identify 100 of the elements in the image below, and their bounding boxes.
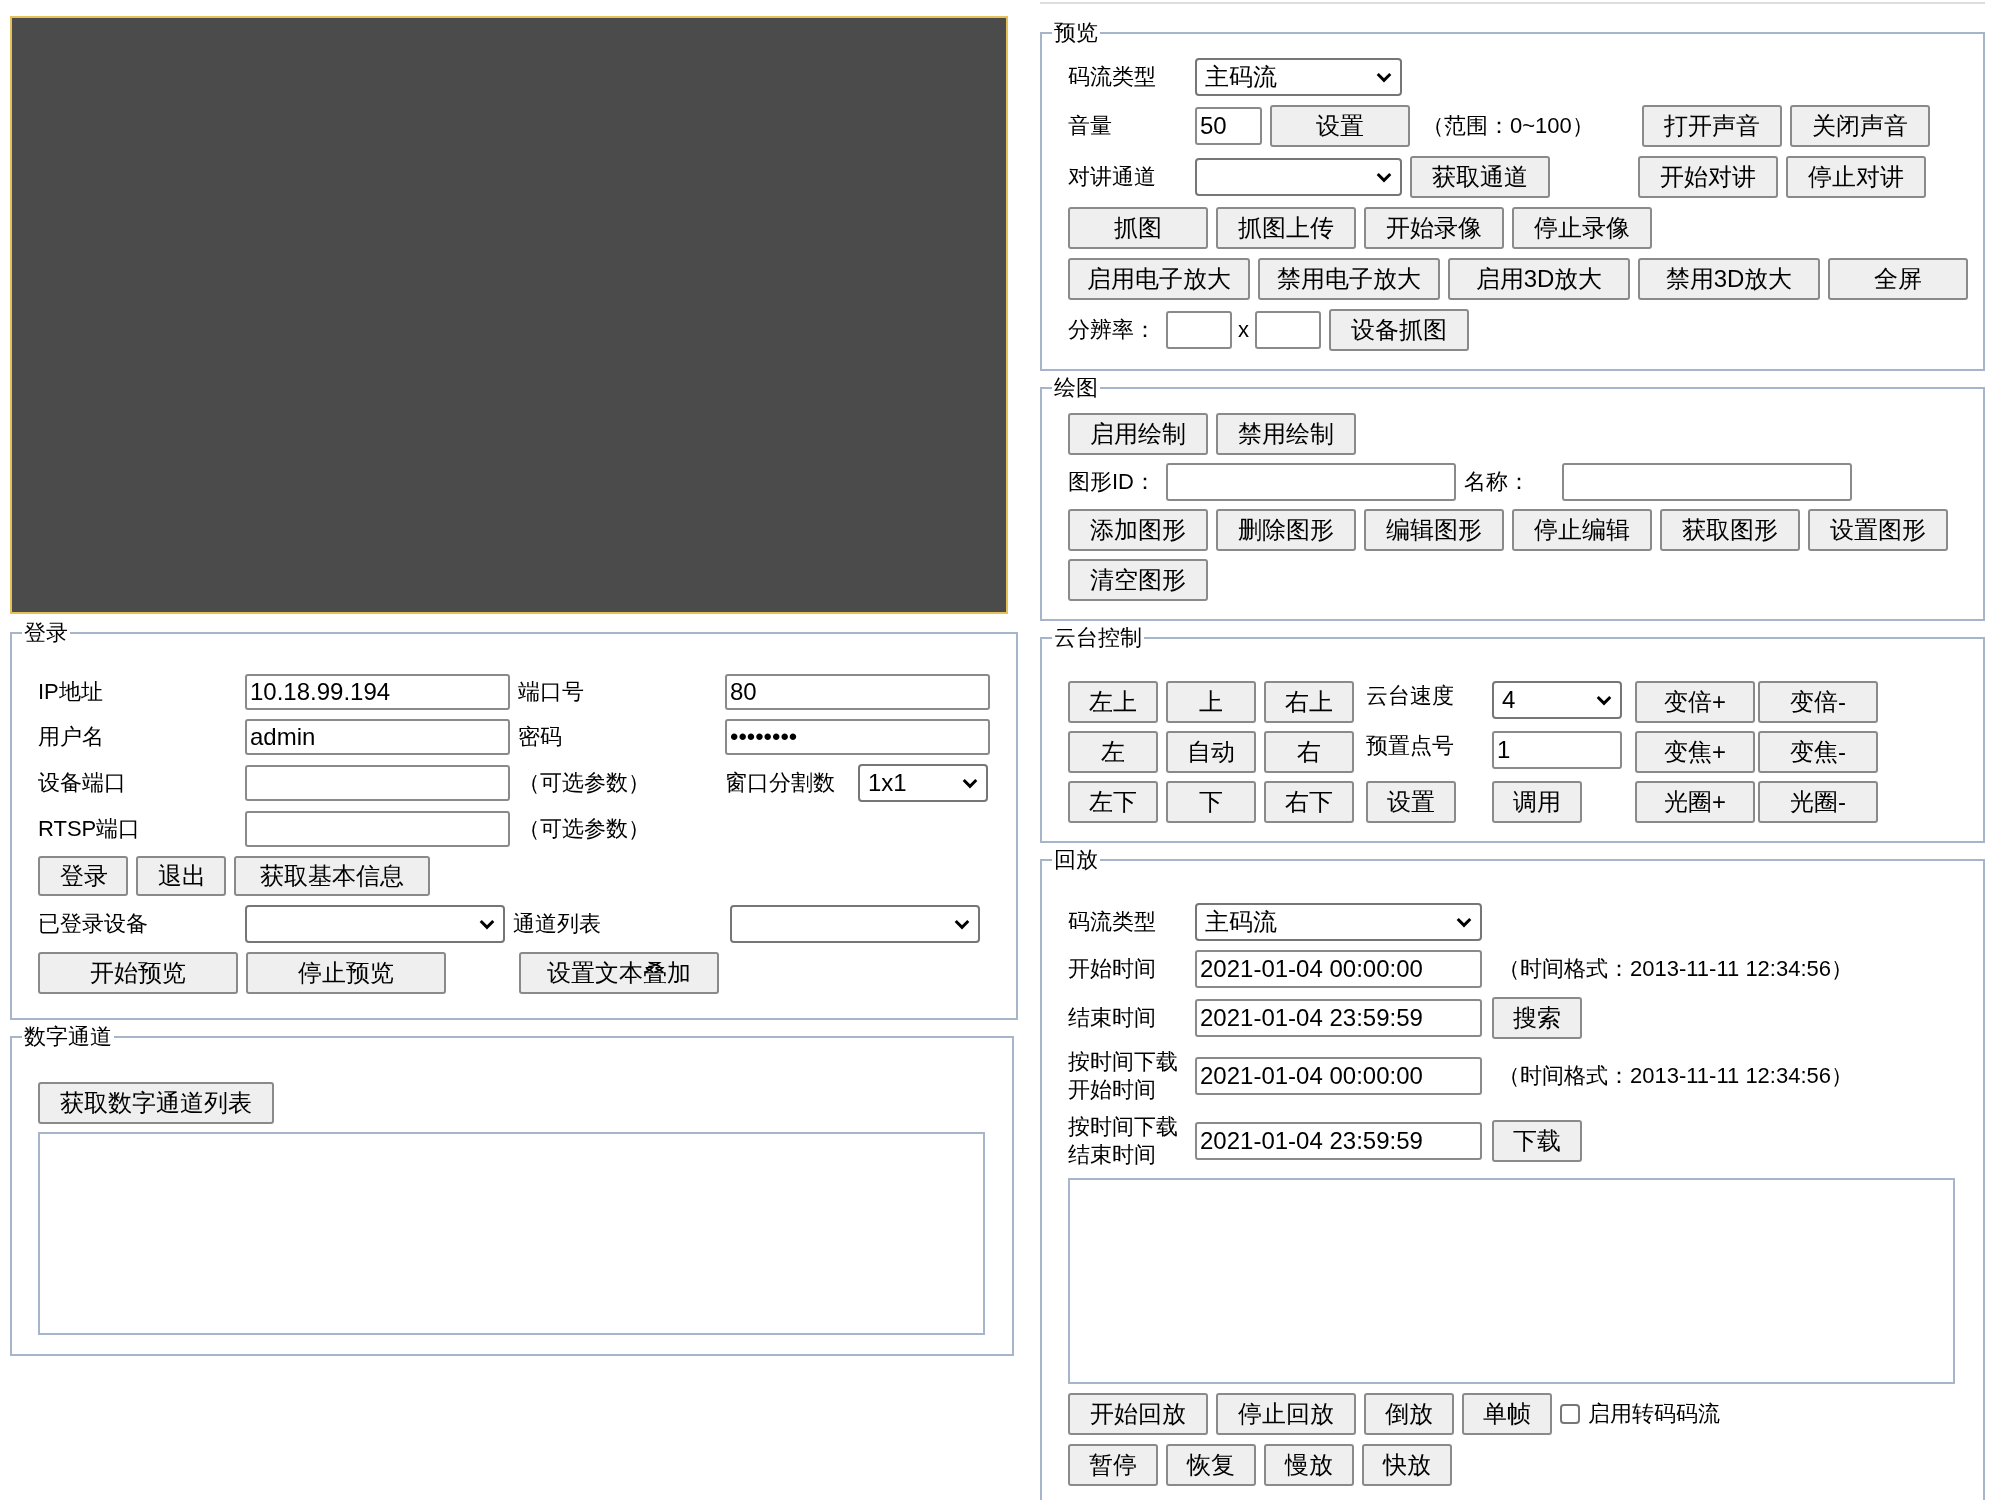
button[interactable]: 左上 (1068, 681, 1158, 723)
button[interactable]: 获取图形 (1660, 509, 1800, 551)
field-label: 用户名 (38, 723, 105, 751)
button[interactable]: 光圈+ (1635, 781, 1755, 823)
separator-text: x (1238, 317, 1249, 343)
button[interactable]: 清空图形 (1068, 559, 1208, 601)
input-field[interactable]: 50 (1195, 107, 1262, 145)
button[interactable]: 变倍- (1758, 681, 1878, 723)
button[interactable]: 获取数字通道列表 (38, 1082, 274, 1124)
button[interactable]: 打开声音 (1642, 105, 1782, 147)
hint-text: （可选参数） (518, 769, 651, 797)
chevron-down-icon (479, 918, 495, 930)
button[interactable]: 下载 (1492, 1120, 1582, 1162)
input-field[interactable] (1166, 311, 1232, 349)
button[interactable]: 慢放 (1264, 1444, 1354, 1486)
button[interactable]: 变焦- (1758, 731, 1878, 773)
button[interactable]: 停止录像 (1512, 207, 1652, 249)
hint-text: （可选参数） (518, 815, 651, 843)
field-label: 码流类型 (1068, 908, 1157, 936)
button[interactable]: 启用3D放大 (1448, 258, 1630, 300)
button[interactable]: 添加图形 (1068, 509, 1208, 551)
field-label: 已登录设备 (38, 910, 149, 938)
group-title: 数字通道 (23, 1024, 113, 1050)
dropdown[interactable]: 1x1 (858, 764, 988, 802)
input-field[interactable]: 10.18.99.194 (245, 674, 510, 710)
button[interactable]: 调用 (1492, 781, 1582, 823)
input-field[interactable]: 2021-01-04 23:59:59 (1195, 1122, 1482, 1160)
button[interactable]: 获取通道 (1410, 156, 1550, 198)
dropdown[interactable] (245, 905, 505, 943)
button[interactable]: 恢复 (1166, 1444, 1256, 1486)
button[interactable]: 设置 (1366, 781, 1456, 823)
button[interactable]: 禁用绘制 (1216, 413, 1356, 455)
button[interactable]: 设置文本叠加 (519, 952, 719, 994)
button[interactable]: 自动 (1166, 731, 1256, 773)
button[interactable]: 编辑图形 (1364, 509, 1504, 551)
button[interactable]: 设备抓图 (1329, 309, 1469, 351)
input-field[interactable] (245, 811, 510, 847)
input-field[interactable]: 2021-01-04 00:00:00 (1195, 950, 1482, 988)
input-field[interactable]: 2021-01-04 23:59:59 (1195, 999, 1482, 1037)
button[interactable]: 倒放 (1364, 1393, 1454, 1435)
button[interactable]: 变倍+ (1635, 681, 1755, 723)
hint-text: （时间格式：2013-11-11 12:34:56） (1498, 955, 1854, 983)
chevron-down-icon (1596, 694, 1612, 706)
button[interactable]: 设置图形 (1808, 509, 1948, 551)
button[interactable]: 左 (1068, 731, 1158, 773)
button[interactable]: 禁用电子放大 (1258, 258, 1440, 300)
button[interactable]: 启用绘制 (1068, 413, 1208, 455)
button[interactable]: 退出 (136, 856, 226, 896)
field-label: 音量 (1068, 112, 1113, 140)
button[interactable]: 变焦+ (1635, 731, 1755, 773)
input-field[interactable] (1255, 311, 1321, 349)
dropdown[interactable]: 主码流 (1195, 58, 1402, 96)
button[interactable]: 停止编辑 (1512, 509, 1652, 551)
button[interactable]: 抓图上传 (1216, 207, 1356, 249)
chevron-down-icon (1456, 916, 1472, 928)
button[interactable]: 开始录像 (1364, 207, 1504, 249)
button[interactable]: 删除图形 (1216, 509, 1356, 551)
button[interactable]: 全屏 (1828, 258, 1968, 300)
button[interactable]: 抓图 (1068, 207, 1208, 249)
button[interactable]: 上 (1166, 681, 1256, 723)
button[interactable]: 启用电子放大 (1068, 258, 1250, 300)
input-field[interactable] (1562, 463, 1852, 501)
group-title: 云台控制 (1053, 625, 1143, 651)
checkbox[interactable] (1560, 1404, 1580, 1424)
chevron-down-icon (954, 918, 970, 930)
input-field[interactable]: •••••••• (725, 719, 990, 755)
button[interactable]: 快放 (1362, 1444, 1452, 1486)
button[interactable]: 开始对讲 (1638, 156, 1778, 198)
button[interactable]: 登录 (38, 856, 128, 896)
button[interactable]: 设置 (1270, 105, 1410, 147)
input-field[interactable]: 1 (1492, 731, 1622, 769)
button[interactable]: 关闭声音 (1790, 105, 1930, 147)
input-field[interactable] (245, 765, 510, 801)
button[interactable]: 停止回放 (1216, 1393, 1356, 1435)
field-label: 云台速度 (1366, 682, 1455, 710)
dropdown[interactable]: 4 (1492, 681, 1622, 719)
button[interactable]: 左下 (1068, 781, 1158, 823)
field-label: RTSP端口 (38, 815, 142, 843)
input-field[interactable] (1166, 463, 1456, 501)
dropdown[interactable] (730, 905, 980, 943)
input-field[interactable]: admin (245, 719, 510, 755)
button[interactable]: 搜索 (1492, 997, 1582, 1039)
input-field[interactable]: 2021-01-04 00:00:00 (1195, 1057, 1482, 1095)
button[interactable]: 右上 (1264, 681, 1354, 723)
button[interactable]: 停止预览 (246, 952, 446, 994)
button[interactable]: 获取基本信息 (234, 856, 430, 896)
button[interactable]: 停止对讲 (1786, 156, 1926, 198)
button[interactable]: 开始回放 (1068, 1393, 1208, 1435)
button[interactable]: 单帧 (1462, 1393, 1552, 1435)
button[interactable]: 右 (1264, 731, 1354, 773)
field-label: 预置点号 (1366, 732, 1455, 760)
button[interactable]: 右下 (1264, 781, 1354, 823)
button[interactable]: 开始预览 (38, 952, 238, 994)
input-field[interactable]: 80 (725, 674, 990, 710)
dropdown[interactable]: 主码流 (1195, 903, 1482, 941)
button[interactable]: 下 (1166, 781, 1256, 823)
dropdown[interactable] (1195, 158, 1402, 196)
button[interactable]: 暂停 (1068, 1444, 1158, 1486)
button[interactable]: 光圈- (1758, 781, 1878, 823)
button[interactable]: 禁用3D放大 (1638, 258, 1820, 300)
